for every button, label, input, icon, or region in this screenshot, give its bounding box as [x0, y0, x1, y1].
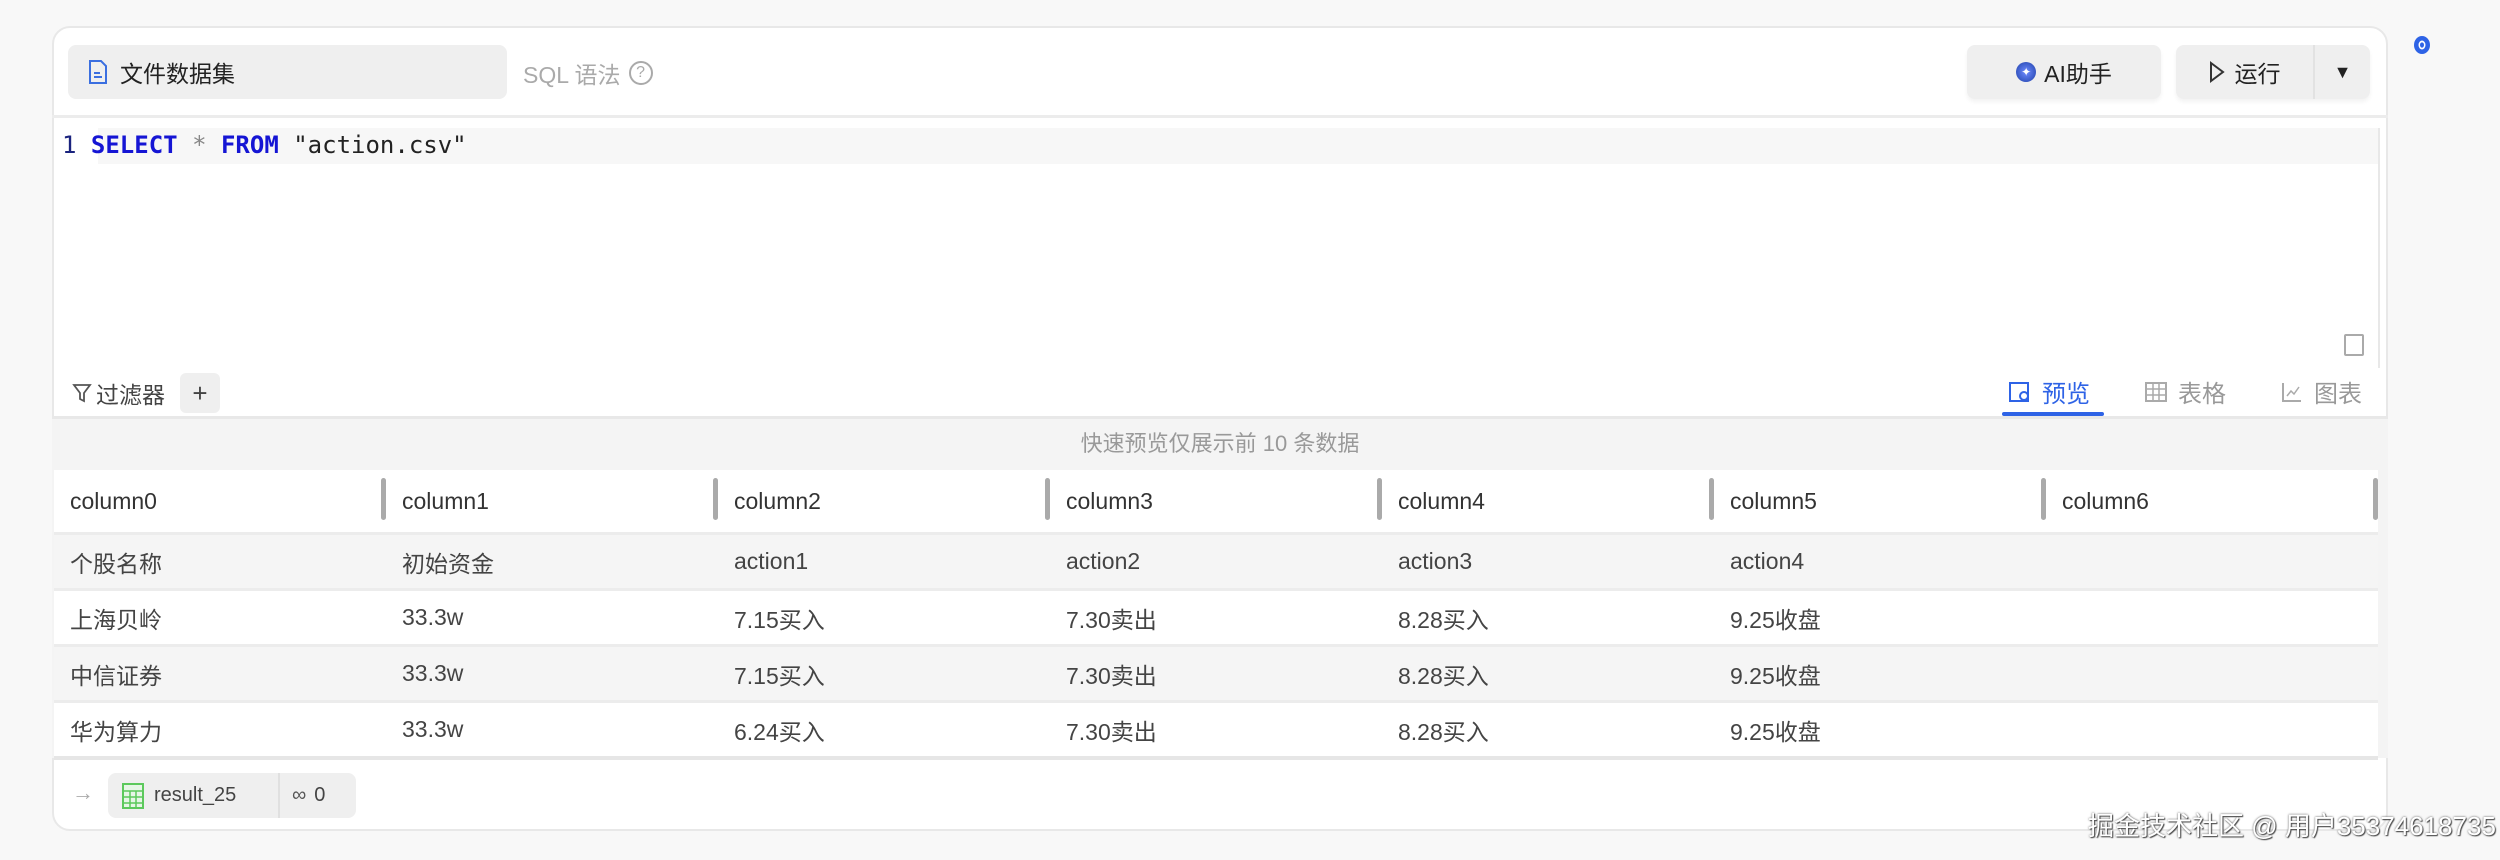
- format-icon[interactable]: [2344, 334, 2364, 356]
- run-button[interactable]: 运行: [2176, 45, 2315, 99]
- filter-icon: [72, 384, 92, 403]
- link-count: 0: [314, 784, 326, 806]
- table-cell[interactable]: 9.25收盘: [1714, 591, 2046, 644]
- table-cell[interactable]: 9.25收盘: [1714, 703, 2046, 756]
- table-cell[interactable]: 7.30卖出: [1050, 591, 1382, 644]
- sql-editor[interactable]: 1 SELECT * FROM "action.csv": [62, 131, 467, 159]
- table-scrollbar[interactable]: [54, 756, 2378, 760]
- table-cell[interactable]: 8.28买入: [1382, 647, 1714, 700]
- run-options-dropdown[interactable]: ▼: [2315, 62, 2370, 83]
- table-cell[interactable]: action2: [1050, 535, 1382, 588]
- file-icon: [89, 60, 107, 84]
- add-filter-button[interactable]: +: [180, 373, 220, 413]
- column-header[interactable]: column1: [386, 470, 718, 532]
- column-resize-handle[interactable]: [2373, 478, 2378, 520]
- table-cell[interactable]: 8.28买入: [1382, 591, 1714, 644]
- column-header-label: column6: [2062, 487, 2149, 514]
- preview-info: 快速预览仅展示前 10 条数据: [1080, 431, 1360, 456]
- tab-chart[interactable]: 图表: [2280, 374, 2362, 409]
- table-cell[interactable]: 7.30卖出: [1050, 647, 1382, 700]
- tab-preview[interactable]: 预览: [2008, 374, 2090, 409]
- sql-string: "action.csv": [293, 131, 467, 159]
- eye-icon[interactable]: [2412, 34, 2432, 56]
- table-cell[interactable]: 7.15买入: [718, 591, 1050, 644]
- table-cell[interactable]: 33.3w: [386, 703, 718, 756]
- sql-keyword: SELECT: [90, 131, 178, 159]
- table-cell[interactable]: 33.3w: [386, 591, 718, 644]
- dataset-selector[interactable]: 文件数据集: [68, 45, 507, 99]
- result-name-label: result_25: [154, 784, 237, 806]
- column-header-label: column4: [1398, 487, 1485, 514]
- column-header[interactable]: column6: [2046, 470, 2378, 532]
- run-button-group: 运行 ▼: [2176, 45, 2370, 99]
- help-icon[interactable]: ?: [628, 61, 653, 85]
- table-cell[interactable]: 8.28买入: [1382, 703, 1714, 756]
- table-cell[interactable]: 9.25收盘: [1714, 647, 2046, 700]
- header-divider: [52, 115, 2388, 118]
- ai-sparkle-icon: ✦: [2016, 62, 2037, 82]
- sql-syntax-label: SQL 语法: [523, 62, 621, 88]
- arrow-right-icon: →: [72, 780, 94, 805]
- table-icon: [2145, 381, 2167, 402]
- ai-button-label: AI助手: [2044, 61, 2112, 87]
- table-row: 上海贝岭 33.3w 7.15买入 7.30卖出 8.28买入 9.25收盘: [54, 588, 2378, 644]
- table-cell[interactable]: 中信证券: [54, 647, 386, 700]
- table-cell[interactable]: 上海贝岭: [54, 591, 386, 644]
- result-name[interactable]: result_25: [108, 773, 280, 818]
- column-header[interactable]: column3: [1050, 470, 1382, 532]
- table-row: 个股名称 初始资金 action1 action2 action3 action4: [54, 532, 2378, 588]
- result-chip[interactable]: result_25 ∞ 0: [108, 773, 356, 818]
- play-icon: [2209, 61, 2225, 83]
- table-cell[interactable]: 7.15买入: [718, 647, 1050, 700]
- table-cell[interactable]: 华为算力: [54, 703, 386, 756]
- column-header-label: column2: [734, 487, 821, 514]
- column-header-label: column0: [70, 487, 157, 514]
- column-header-label: column5: [1730, 487, 1817, 514]
- tab-label: 图表: [2314, 381, 2362, 408]
- column-header-label: column1: [402, 487, 489, 514]
- link-icon: ∞: [292, 784, 307, 806]
- column-header-label: column3: [1066, 487, 1153, 514]
- tab-label: 预览: [2042, 381, 2090, 408]
- column-header[interactable]: column0: [54, 470, 386, 532]
- ai-assistant-button[interactable]: ✦ AI助手: [1967, 45, 2161, 99]
- sql-keyword: FROM: [220, 131, 279, 159]
- line-chart-icon: [2282, 382, 2301, 402]
- table-row: 华为算力 33.3w 6.24买入 7.30卖出 8.28买入 9.25收盘: [54, 700, 2378, 756]
- filter-label: 过滤器: [96, 382, 165, 408]
- tab-label: 表格: [2178, 381, 2226, 408]
- table-cell[interactable]: 33.3w: [386, 647, 718, 700]
- table-header: column0 column1 column2 column3 column4 colum…: [54, 470, 2378, 532]
- table-cell[interactable]: action3: [1382, 535, 1714, 588]
- filter-button[interactable]: 过滤器: [72, 376, 165, 410]
- table-cell[interactable]: [2046, 703, 2378, 756]
- watermark: 掘金技术社区 @ 用户35374618735: [2088, 811, 2496, 841]
- sql-operator: *: [192, 131, 207, 159]
- table-cell[interactable]: 初始资金: [386, 535, 718, 588]
- line-number: 1: [62, 131, 77, 159]
- column-header[interactable]: column4: [1382, 470, 1714, 532]
- column-header[interactable]: column5: [1714, 470, 2046, 532]
- table-cell[interactable]: 6.24买入: [718, 703, 1050, 756]
- table-row: 中信证券 33.3w 7.15买入 7.30卖出 8.28买入 9.25收盘: [54, 644, 2378, 700]
- caret-down-icon: ▼: [2333, 61, 2352, 82]
- table-cell[interactable]: action4: [1714, 535, 2046, 588]
- tab-table[interactable]: 表格: [2144, 374, 2226, 409]
- sql-syntax-link[interactable]: SQL 语法 ?: [523, 56, 653, 90]
- result-links[interactable]: ∞ 0: [280, 784, 325, 807]
- table-cell[interactable]: 个股名称: [54, 535, 386, 588]
- table-cell[interactable]: [2046, 535, 2378, 588]
- preview-icon: [2009, 381, 2029, 402]
- table-cell[interactable]: 7.30卖出: [1050, 703, 1382, 756]
- table-icon: [122, 782, 144, 809]
- table-cell[interactable]: [2046, 647, 2378, 700]
- table-cell[interactable]: action1: [718, 535, 1050, 588]
- table-cell[interactable]: [2046, 591, 2378, 644]
- dataset-label: 文件数据集: [120, 61, 235, 87]
- run-button-label: 运行: [2234, 61, 2281, 87]
- editor-scrollbar[interactable]: [2378, 128, 2380, 368]
- column-header[interactable]: column2: [718, 470, 1050, 532]
